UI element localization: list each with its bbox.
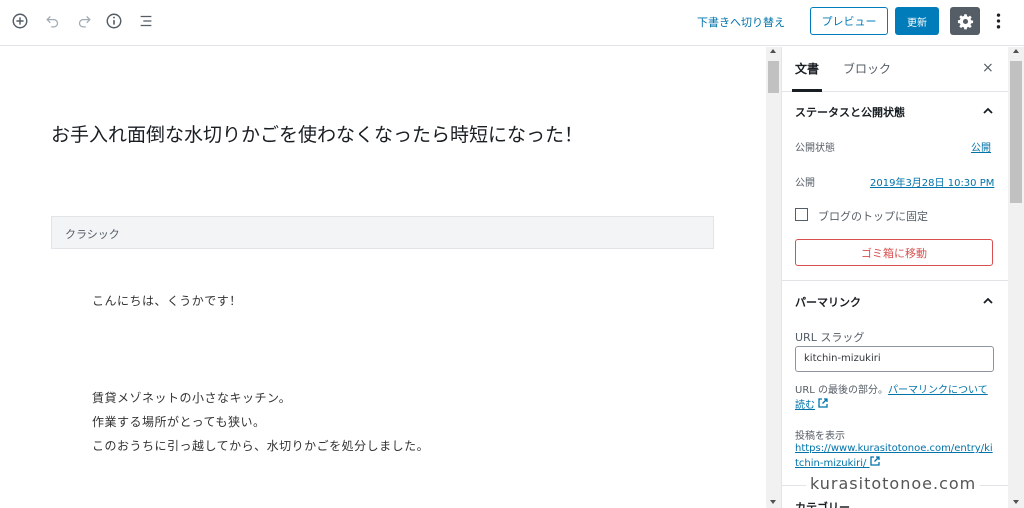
visibility-label: 公開状態 [795,143,835,154]
watermark: kurasitotonoe.com [806,474,981,493]
sticky-checkbox-label[interactable]: ブログのトップに固定 [818,208,928,224]
chevron-up-icon[interactable] [983,296,993,306]
paragraph[interactable]: このおうちに引っ越してから、水切りかごを処分しました。 [92,437,429,454]
url-slug-input[interactable]: kitchin-mizukiri [795,346,994,372]
undo-icon [46,16,59,28]
settings-sidebar: 文書 ブロック × ステータスと公開状態 公開状態 公開 公開 2019年3月2… [781,47,1008,508]
editor-scrollbar[interactable] [766,47,781,508]
switch-to-draft-link[interactable]: 下書きへ切り替え [697,14,785,30]
settings-button[interactable] [950,7,980,35]
panel-divider [782,280,1008,281]
preview-button[interactable]: プレビュー [810,7,888,35]
undo-button[interactable] [43,11,63,31]
active-tab-indicator [792,89,822,92]
scrollbar-thumb[interactable] [768,61,779,93]
list-outline-icon [140,15,152,27]
more-vertical-icon [996,13,1000,29]
editor-header: 下書きへ切り替え プレビュー 更新 [0,0,1024,46]
publish-label: 公開 [795,178,815,189]
scrollbar-thumb[interactable] [1010,61,1022,203]
scroll-up-arrow-icon[interactable] [770,49,776,53]
sidebar-tabs: 文書 ブロック × [782,47,1008,92]
paragraph[interactable]: こんにちは、くうかです！ [92,292,242,309]
publish-date-link[interactable]: 2019年3月28日 10:30 PM [870,174,994,189]
scroll-down-arrow-icon[interactable] [1013,500,1019,504]
gear-icon [957,13,973,29]
add-block-button[interactable] [10,11,30,31]
move-to-trash-button[interactable]: ゴミ箱に移動 [795,239,993,266]
slug-help-text: URL の最後の部分。パーマリンクについて読む [795,383,995,413]
sticky-checkbox[interactable] [795,208,808,221]
update-button[interactable]: 更新 [895,7,939,35]
external-link-icon [869,456,880,466]
scroll-up-arrow-icon[interactable] [1013,49,1019,53]
redo-button[interactable] [74,11,94,31]
status-panel-heading[interactable]: ステータスと公開状態 [795,104,905,120]
plus-circle-icon [12,13,28,29]
url-slug-label: URL スラッグ [795,331,865,344]
tab-block[interactable]: ブロック [843,60,891,77]
classic-block-toolbar[interactable]: クラシック [51,216,714,249]
info-icon [106,13,122,29]
permalink-panel-heading[interactable]: パーマリンク [795,294,861,310]
paragraph[interactable]: 作業する場所がとっても狭い。 [92,413,265,430]
more-options-button[interactable] [990,9,1006,33]
scroll-down-arrow-icon[interactable] [770,500,776,504]
paragraph[interactable]: 賃貸メゾネットの小さなキッチン。 [92,389,291,406]
close-sidebar-button[interactable]: × [982,60,994,76]
slug-help-prefix: URL の最後の部分。 [795,385,889,396]
visibility-value-link[interactable]: 公開 [971,139,991,154]
info-button[interactable] [104,11,124,31]
outline-button[interactable] [136,11,156,31]
view-post-link[interactable]: https://www.kurasitotonoe.com/entry/kitc… [795,441,995,471]
chevron-up-icon[interactable] [983,106,993,116]
redo-icon [78,16,91,28]
classic-block-label: クラシック [65,228,120,241]
view-post-label: 投稿を表示 [795,431,845,442]
post-title[interactable]: お手入れ面倒な水切りかごを使わなくなったら時短になった！ [51,120,583,147]
editor-canvas: お手入れ面倒な水切りかごを使わなくなったら時短になった！ クラシック こんにちは… [0,47,766,508]
category-panel-heading[interactable]: カテゴリー [795,499,850,508]
sidebar-scrollbar[interactable] [1008,47,1024,508]
tab-document[interactable]: 文書 [795,60,819,77]
external-link-icon [818,398,828,408]
view-post-url[interactable]: https://www.kurasitotonoe.com/entry/kitc… [795,443,993,469]
